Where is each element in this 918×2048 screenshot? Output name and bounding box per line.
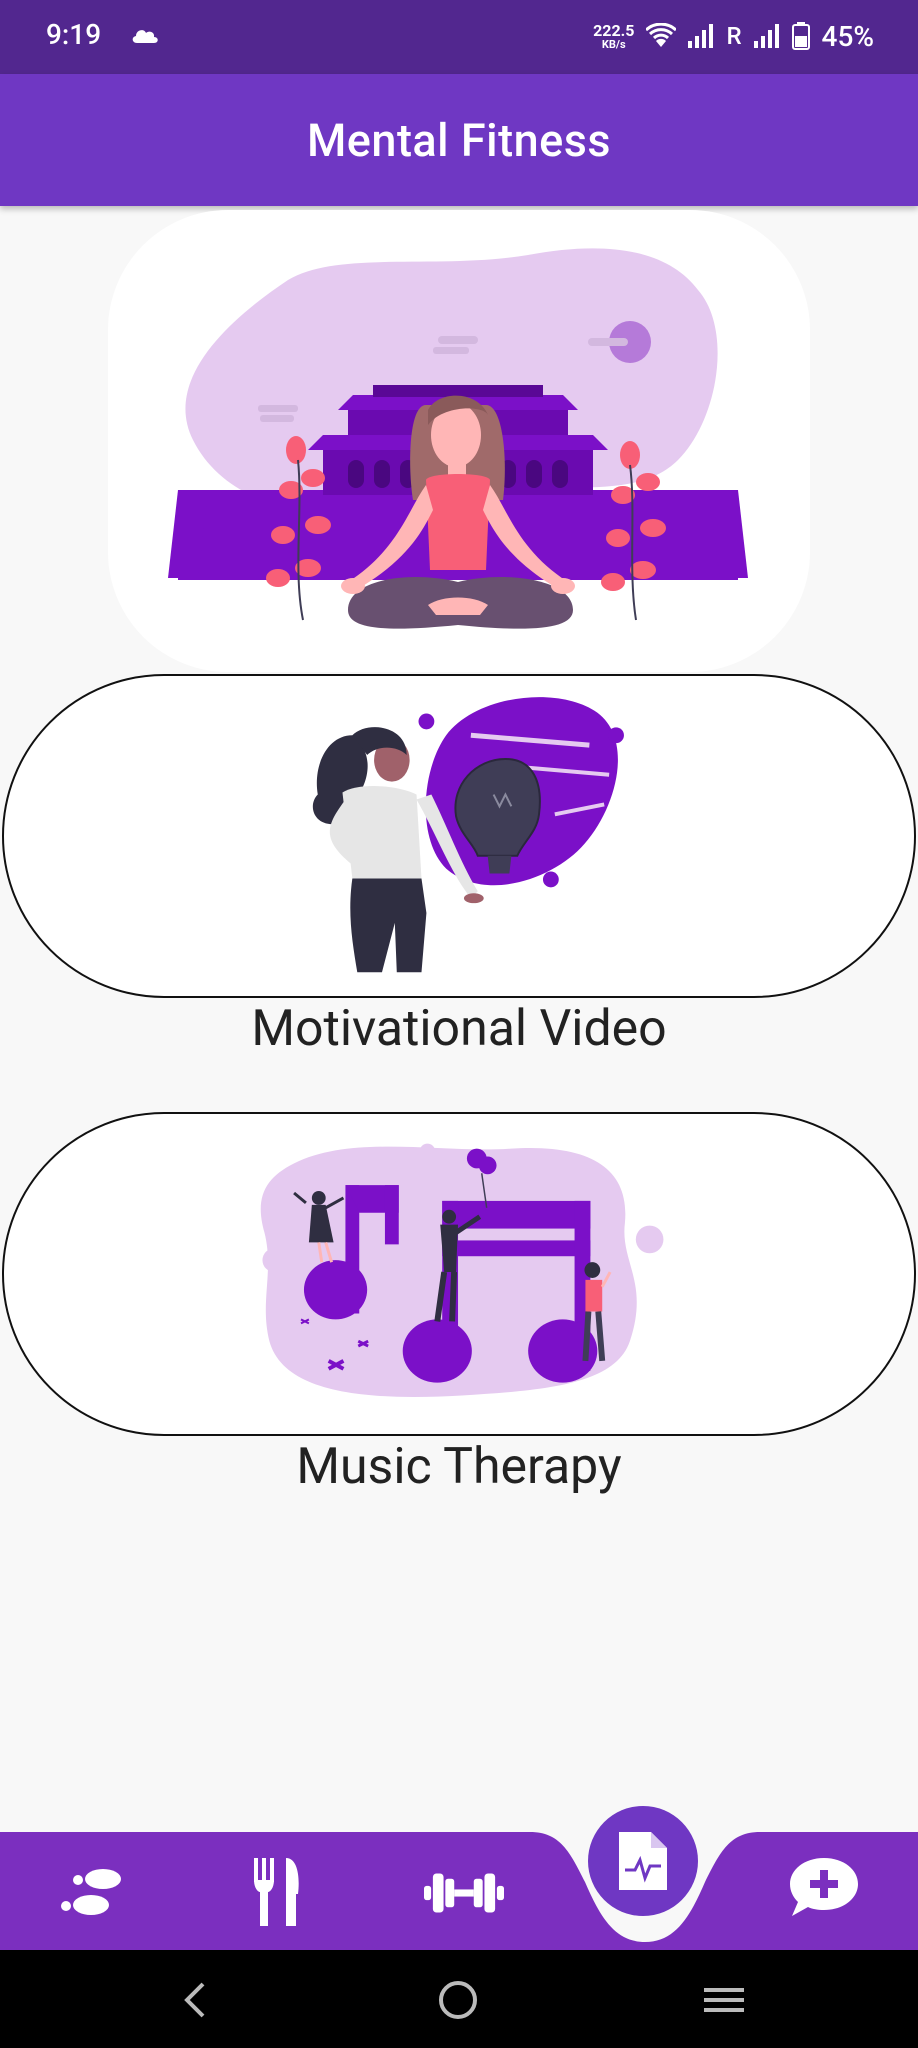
footsteps-icon[interactable] bbox=[56, 1858, 136, 1928]
signal-icon bbox=[688, 24, 714, 48]
back-icon[interactable] bbox=[164, 1972, 224, 2028]
music-therapy-label[interactable]: Music Therapy bbox=[0, 1438, 918, 1496]
signal-icon-2 bbox=[753, 24, 779, 48]
dumbbell-icon[interactable] bbox=[424, 1858, 504, 1928]
health-report-icon[interactable] bbox=[588, 1806, 698, 1916]
net-speed-unit: KB/s bbox=[601, 37, 626, 51]
page-title: Mental Fitness bbox=[306, 113, 612, 167]
meditation-illustration bbox=[108, 210, 810, 672]
fork-knife-icon[interactable] bbox=[236, 1858, 316, 1928]
music-therapy-card[interactable] bbox=[2, 1112, 916, 1436]
network-speed: 222.5 KB/s bbox=[593, 20, 635, 51]
cloud-icon bbox=[132, 30, 158, 43]
bottom-navigation bbox=[0, 1832, 918, 1950]
wifi-icon bbox=[646, 23, 677, 47]
motivational-video-label[interactable]: Motivational Video bbox=[0, 1000, 918, 1058]
status-bar: 9:19 222.5 KB/s R 45% bbox=[0, 0, 918, 74]
lightbulb-woman-illustration bbox=[256, 676, 664, 996]
music-notes-illustration bbox=[212, 1114, 708, 1434]
system-navigation-bar bbox=[0, 1950, 918, 2048]
menu-icon[interactable] bbox=[694, 1972, 754, 2028]
home-icon[interactable] bbox=[428, 1972, 488, 2028]
roaming-indicator: R bbox=[726, 22, 742, 50]
battery-percent: 45% bbox=[821, 19, 874, 53]
status-time: 9:19 bbox=[46, 18, 102, 51]
mental-fitness-screen: 9:19 222.5 KB/s R 45% Mental Fitness Mot… bbox=[0, 0, 918, 2048]
motivational-video-card[interactable] bbox=[2, 674, 916, 998]
chat-plus-icon[interactable] bbox=[784, 1852, 864, 1922]
battery-icon bbox=[791, 22, 810, 50]
app-bar: Mental Fitness bbox=[0, 74, 918, 206]
net-speed-value: 222.5 bbox=[593, 20, 635, 40]
status-icons: 222.5 KB/s R 45% bbox=[593, 14, 874, 58]
